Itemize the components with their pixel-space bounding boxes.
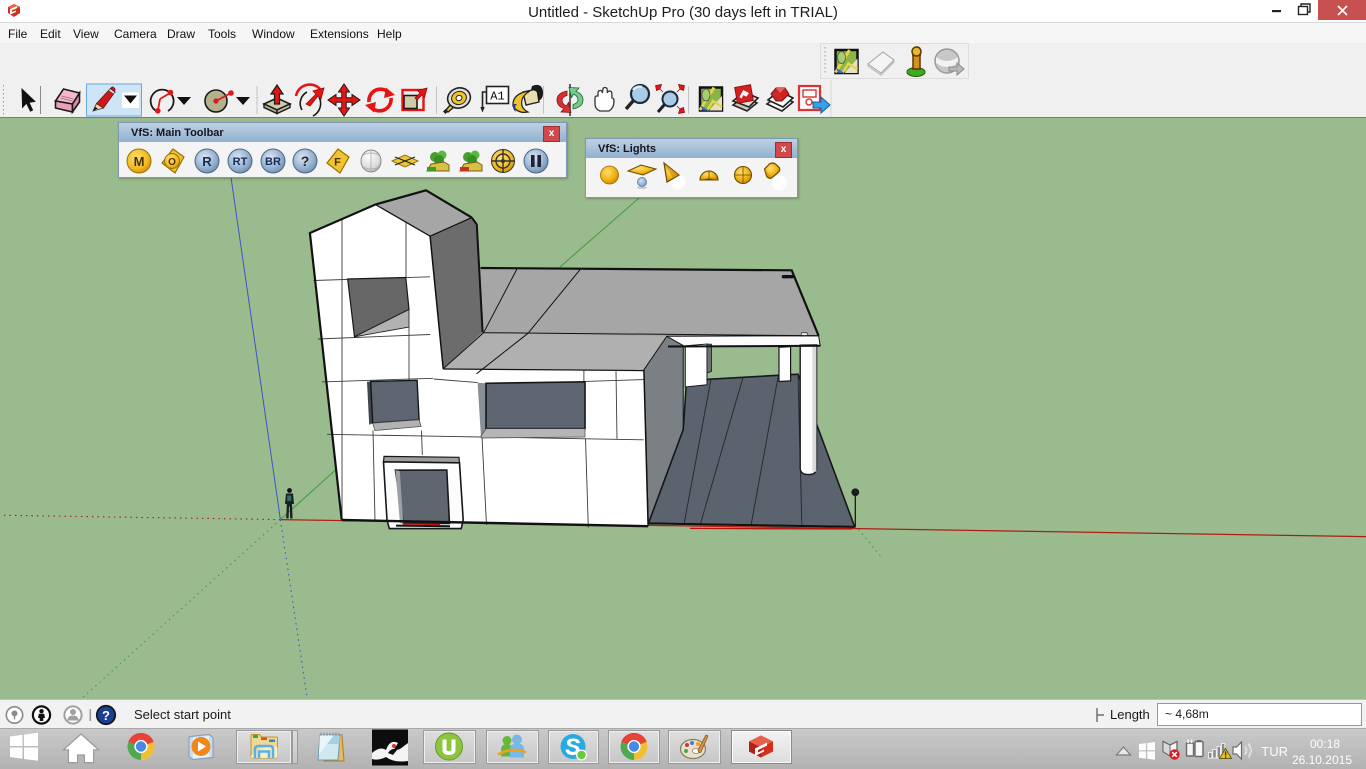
svg-text:?: ? bbox=[102, 708, 110, 723]
svg-text:?: ? bbox=[301, 153, 310, 169]
svg-text:BR: BR bbox=[265, 156, 281, 168]
svg-text:M: M bbox=[134, 154, 145, 169]
svg-text:O: O bbox=[168, 157, 176, 168]
svg-text:RT: RT bbox=[233, 156, 248, 168]
svg-text:R: R bbox=[202, 154, 212, 169]
svg-text:A1: A1 bbox=[490, 90, 504, 104]
svg-text:F: F bbox=[334, 157, 341, 169]
